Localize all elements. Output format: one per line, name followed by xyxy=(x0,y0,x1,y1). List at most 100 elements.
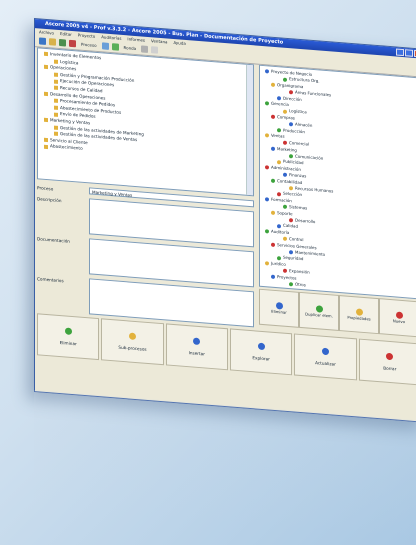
node-icon xyxy=(277,255,281,260)
action-button[interactable]: Borrar xyxy=(358,338,416,386)
new-icon[interactable] xyxy=(39,37,46,45)
action-button-label: Insertar xyxy=(188,350,205,357)
node-icon xyxy=(265,261,269,266)
node-icon xyxy=(283,141,287,146)
node-icon xyxy=(277,191,281,197)
open-icon[interactable] xyxy=(49,38,56,46)
left-panel: Inventario de Elementos Logística Operacio… xyxy=(37,47,254,328)
folder-icon xyxy=(54,59,58,64)
folder-icon xyxy=(54,79,58,84)
side-button[interactable]: Duplicar elem. xyxy=(299,291,339,332)
folder-icon xyxy=(44,52,48,57)
folder-icon xyxy=(44,137,48,143)
folder-icon xyxy=(54,131,58,137)
node-icon xyxy=(265,165,269,170)
node-icon xyxy=(277,127,281,133)
run-icon[interactable] xyxy=(111,43,119,51)
folder-icon xyxy=(54,72,58,77)
proceso-label: Proceso xyxy=(37,185,54,192)
node-icon xyxy=(289,186,293,191)
comentarios-label: Comentarios xyxy=(37,276,64,284)
action-button-label: Actualizar xyxy=(315,360,336,367)
action-button[interactable]: Sub-procesos xyxy=(101,318,164,366)
node-icon xyxy=(271,242,275,247)
node-icon xyxy=(271,274,275,279)
descripcion-label: Descripción xyxy=(37,196,62,204)
node-icon xyxy=(283,173,287,178)
action-icon xyxy=(64,327,72,335)
node-icon xyxy=(289,90,293,95)
side-button-label: Eliminar xyxy=(271,308,287,315)
tree-node-label: Abastecimiento xyxy=(50,143,83,152)
folder-icon xyxy=(54,85,58,91)
node-icon xyxy=(271,114,275,119)
node-icon xyxy=(277,223,281,229)
node-icon xyxy=(289,218,293,223)
structure-node-label: Ventas xyxy=(271,132,285,139)
structure-node-label: Otros xyxy=(295,281,306,288)
maximize-button[interactable] xyxy=(405,49,413,57)
save-icon[interactable] xyxy=(59,38,66,47)
scene: Ascore 2005 v4 - Prof v.3.3.2 - Ascore 2… xyxy=(0,0,416,545)
action-button[interactable]: Actualizar xyxy=(294,333,357,381)
folder-icon xyxy=(54,105,58,110)
print-icon[interactable] xyxy=(141,45,149,53)
app-window: Ascore 2005 v4 - Prof v.3.3.2 - Ascore 2… xyxy=(34,18,416,423)
folder-icon xyxy=(44,144,48,149)
action-icon xyxy=(128,332,136,341)
toolbar-proceso[interactable]: Proceso xyxy=(79,42,99,49)
side-button[interactable]: Eliminar xyxy=(259,288,299,328)
delete-icon[interactable] xyxy=(69,39,76,48)
action-button-label: Eliminar xyxy=(59,340,77,347)
node-icon xyxy=(277,95,281,101)
node-icon xyxy=(283,268,287,274)
action-button[interactable]: Explorar xyxy=(229,328,293,376)
toolbar-ronda[interactable]: Ronda xyxy=(122,45,139,51)
node-icon xyxy=(265,69,269,74)
node-icon xyxy=(289,154,293,159)
menu-item[interactable]: Archivo xyxy=(39,28,54,36)
node-icon xyxy=(265,101,269,106)
menu-item[interactable]: Informes xyxy=(127,35,145,43)
menu-item[interactable]: Ventana xyxy=(151,37,167,45)
menu-item[interactable]: Ayuda xyxy=(173,39,185,47)
structure-tree[interactable]: Proyecto de Negocio Estructura Org. Organi… xyxy=(259,64,416,300)
documentacion-label: Documentación xyxy=(37,236,70,244)
side-button[interactable]: Nuevo xyxy=(379,298,416,338)
side-button-label: Propiedades xyxy=(347,314,371,322)
process-icon[interactable] xyxy=(101,42,109,50)
node-icon xyxy=(265,229,269,234)
action-button[interactable]: Eliminar xyxy=(37,313,100,361)
menu-item[interactable]: Editar xyxy=(60,30,72,38)
help-icon[interactable] xyxy=(151,46,159,54)
folder-icon xyxy=(44,91,48,96)
node-icon xyxy=(289,122,293,127)
side-button-label: Duplicar elem. xyxy=(305,311,333,319)
side-button[interactable]: Propiedades xyxy=(339,295,379,335)
minimize-button[interactable] xyxy=(396,48,404,57)
node-icon xyxy=(289,250,293,255)
node-icon xyxy=(265,197,269,202)
node-icon xyxy=(283,236,287,242)
action-button[interactable]: Insertar xyxy=(165,323,228,371)
side-button-label: Nuevo xyxy=(392,318,406,325)
action-button-label: Sub-procesos xyxy=(118,344,147,352)
node-icon xyxy=(271,146,275,151)
node-icon xyxy=(277,159,281,165)
folder-icon xyxy=(54,99,58,104)
folder-icon xyxy=(44,65,48,70)
action-icon xyxy=(257,342,265,351)
node-icon xyxy=(271,210,275,215)
structure-node-label: Gerencia xyxy=(271,100,289,108)
action-icon xyxy=(193,337,201,346)
node-icon xyxy=(271,82,275,87)
action-icon xyxy=(386,352,394,361)
action-icon xyxy=(321,347,329,356)
node-icon xyxy=(289,282,293,287)
tree-scrollbar[interactable] xyxy=(246,64,253,196)
folder-icon xyxy=(54,125,58,130)
node-icon xyxy=(283,77,287,82)
process-tree[interactable]: Inventario de Elementos Logística Operacio… xyxy=(37,47,254,197)
window-controls xyxy=(396,48,416,58)
structure-node-label: Soporte xyxy=(277,209,293,216)
